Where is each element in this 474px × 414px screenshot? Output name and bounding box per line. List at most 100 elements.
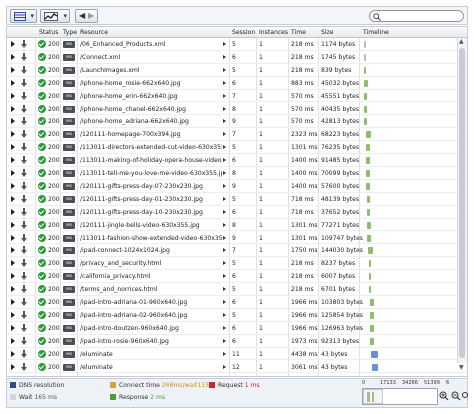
table-row[interactable]: 200 IMG/120111-jingle-bells-video-630x355… [7, 219, 467, 232]
column-header-status[interactable]: Status [39, 29, 58, 36]
resource-name[interactable]: /120111-homepage-700x394.jpg [80, 131, 222, 138]
vertical-scrollbar[interactable]: ▲ ▼ [456, 26, 468, 377]
resource-name[interactable]: /iphone-home_adriana-662x640.jpg [80, 118, 222, 125]
resource-name[interactable]: /113011-fashion-show-extended-video-630x… [80, 235, 222, 242]
timeline-overview[interactable] [362, 388, 438, 405]
resource-name[interactable]: /eluminate [80, 364, 222, 371]
resource-name[interactable]: /120111-jingle-bells-video-630x355.jpg [80, 222, 222, 229]
scroll-down-icon[interactable]: ▼ [459, 364, 464, 371]
expand-row-icon[interactable] [11, 324, 15, 331]
table-row[interactable]: 200 IMG/113011-making-of-holiday-opera-ho… [7, 154, 467, 167]
table-row[interactable]: 200 IMG/privacy_and_security.html 5 1 218 ms… [7, 257, 467, 271]
table-row[interactable]: 200 IMG/eluminate 11 1 4438 ms 43 bytes [7, 348, 467, 361]
table-row[interactable]: 200 IMG/iphone-home_rosie-662x640.jpg 6 1 88… [7, 77, 467, 90]
table-row[interactable]: 200 IMG/ipad-intro-rosie-960x640.jpg 6 1 197… [7, 335, 467, 348]
resource-name[interactable]: /120111-gifts-press-day-01-230x230.jpg [80, 196, 222, 203]
table-row[interactable]: 200 IMG/113011-tell-me-you-love-me-video-… [7, 167, 467, 180]
resource-name[interactable]: /113011-directors-extended-cut-video-630… [80, 144, 222, 151]
resource-name[interactable]: /LaunchImages.xml [80, 67, 222, 74]
table-row[interactable]: 200 IMG/120111-gifts-press-day-01-230x230… [7, 193, 467, 206]
chart-mode-button[interactable]: ▾ [40, 9, 70, 23]
resource-name[interactable]: /eluminate [80, 351, 222, 358]
resource-name[interactable]: /terms_and_norrices.html [80, 286, 222, 293]
table-row[interactable]: 200 IMG/eluminate 12 1 3061 ms 43 bytes [7, 361, 467, 374]
table-row[interactable]: 200 IMG/ipad-intro-adriana-01-960x640.jpg… [7, 296, 467, 309]
column-header-timeline[interactable]: Timeline [363, 29, 389, 36]
table-row[interactable]: 200 IMG/iphone-home_adriana-662x640.jpg 9 1… [7, 115, 467, 129]
zoom-out-icon[interactable] [451, 391, 461, 401]
resource-name[interactable]: /california_privacy.html [80, 273, 222, 280]
resource-name[interactable]: /ipad-intro-adriana-01-960x640.jpg [80, 299, 222, 306]
expand-row-icon[interactable] [11, 131, 15, 138]
table-row[interactable]: 200 IMG/ipad-intro-doutzen-960x640.jpg 6 1 1… [7, 322, 467, 335]
expand-row-icon[interactable] [11, 350, 15, 357]
column-header-instances[interactable]: Instances [259, 29, 288, 36]
resource-name[interactable]: /ipad-intro-adriana-02-960x640.jpg [80, 312, 222, 319]
resource-name[interactable]: /120111-gifts-press-day-10-230x230.jpg [80, 209, 222, 216]
resource-name[interactable]: /ipad-intro-doutzen-960x640.jpg [80, 325, 222, 332]
expand-row-icon[interactable] [11, 208, 15, 215]
resource-name[interactable]: /ipad-intro-rosie-960x640.jpg [80, 338, 222, 345]
table-row[interactable]: 200 IMG/120111-homepage-700x394.jpg 7 1 2323… [7, 128, 467, 142]
expand-row-icon[interactable] [11, 157, 15, 164]
expand-row-icon[interactable] [11, 337, 15, 344]
expand-row-icon[interactable] [11, 170, 15, 176]
search-input[interactable] [384, 12, 459, 21]
back-arrow-icon[interactable]: ◀ [79, 11, 85, 20]
expand-row-icon[interactable] [11, 41, 15, 47]
expand-row-icon[interactable] [11, 363, 15, 370]
expand-row-icon[interactable] [11, 79, 15, 86]
expand-row-icon[interactable] [11, 92, 15, 99]
resource-name[interactable]: /113011-making-of-holiday-opera-house-vi… [80, 157, 222, 164]
resource-name[interactable]: /iphone-home_rosie-662x640.jpg [80, 80, 222, 87]
table-row[interactable]: 200 IMG/Connect.xml 6 1 218 ms 1745 bytes [7, 51, 467, 64]
resource-name[interactable]: /06_Enhanced_Products.xml [80, 41, 222, 48]
expand-row-icon[interactable] [11, 105, 15, 112]
table-row[interactable]: 200 IMG/120111-gifts-press-day-07-230x230… [7, 180, 467, 193]
resource-name[interactable]: /Connect.xml [80, 54, 222, 61]
table-row[interactable]: 200 IMG/iphone-home_chanel-662x640.jpg 8 1 5… [7, 103, 467, 116]
expand-row-icon[interactable] [11, 144, 15, 151]
expand-row-icon[interactable] [11, 234, 15, 241]
table-row[interactable]: 200 IMG/LaunchImages.xml 5 1 218 ms 839 bytes [7, 64, 467, 77]
expand-row-icon[interactable] [11, 182, 15, 189]
forward-arrow-icon[interactable]: ▶ [88, 11, 94, 20]
zoom-in-icon[interactable] [439, 391, 449, 401]
expand-row-icon[interactable] [11, 273, 15, 280]
zoom-fit-icon[interactable] [462, 391, 468, 401]
expand-row-icon[interactable] [11, 260, 15, 267]
resource-name[interactable]: /privacy_and_security.html [80, 260, 222, 267]
expand-row-icon[interactable] [11, 299, 15, 305]
column-header-resource[interactable]: Resource [80, 29, 108, 36]
resource-name[interactable]: /ipad-connect-1024x1024.jpg [80, 247, 222, 254]
table-row[interactable]: 200 IMG/113011-fashion-show-extended-vide… [7, 232, 467, 245]
column-header-size[interactable]: Size [321, 29, 334, 36]
resource-name[interactable]: /113011-tell-me-you-love-me-video-630x35… [80, 170, 222, 177]
viewport-selector[interactable] [363, 389, 383, 404]
table-row[interactable]: 200 IMG/california_privacy.html 6 1 218 ms 60… [7, 270, 467, 284]
resource-name[interactable]: /iphone-home_chanel-662x640.jpg [80, 106, 222, 113]
table-row[interactable]: 200 IMG/terms_and_norrices.html 5 1 218 ms 67… [7, 283, 467, 296]
expand-row-icon[interactable] [11, 286, 15, 293]
expand-row-icon[interactable] [11, 311, 15, 318]
table-row[interactable]: 200 IMG/iphone-home_erin-662x640.jpg 7 1 570… [7, 90, 467, 103]
resource-name[interactable]: /iphone-home_erin-662x640.jpg [80, 93, 222, 100]
view-mode-button[interactable]: ▾ [10, 9, 37, 23]
column-header-session[interactable]: Session [232, 29, 255, 36]
table-row[interactable]: 200 IMG/ipad-intro-adriana-02-960x640.jpg… [7, 309, 467, 322]
expand-row-icon[interactable] [11, 118, 15, 125]
table-row[interactable]: 200 IMG/ipad-connect-1024x1024.jpg 7 1 1750 … [7, 244, 467, 258]
expand-row-icon[interactable] [11, 221, 15, 228]
column-header-time[interactable]: Time [291, 29, 306, 36]
column-header-type[interactable]: Type [63, 29, 77, 36]
table-row[interactable]: 200 IMG/120111-gifts-press-day-10-230x230… [7, 206, 467, 219]
table-row[interactable]: 200 IMG/113011-directors-extended-cut-vid… [7, 141, 467, 155]
expand-row-icon[interactable] [11, 247, 15, 254]
resource-name[interactable]: /120111-gifts-press-day-07-230x230.jpg [80, 183, 222, 190]
scrollbar-thumb[interactable] [459, 48, 465, 358]
table-row[interactable]: 200 IMG/06_Enhanced_Products.xml 5 1 218 ms 1… [7, 38, 467, 51]
expand-row-icon[interactable] [11, 66, 15, 73]
scroll-up-icon[interactable]: ▲ [459, 38, 464, 45]
expand-row-icon[interactable] [11, 53, 15, 60]
expand-row-icon[interactable] [11, 195, 15, 202]
